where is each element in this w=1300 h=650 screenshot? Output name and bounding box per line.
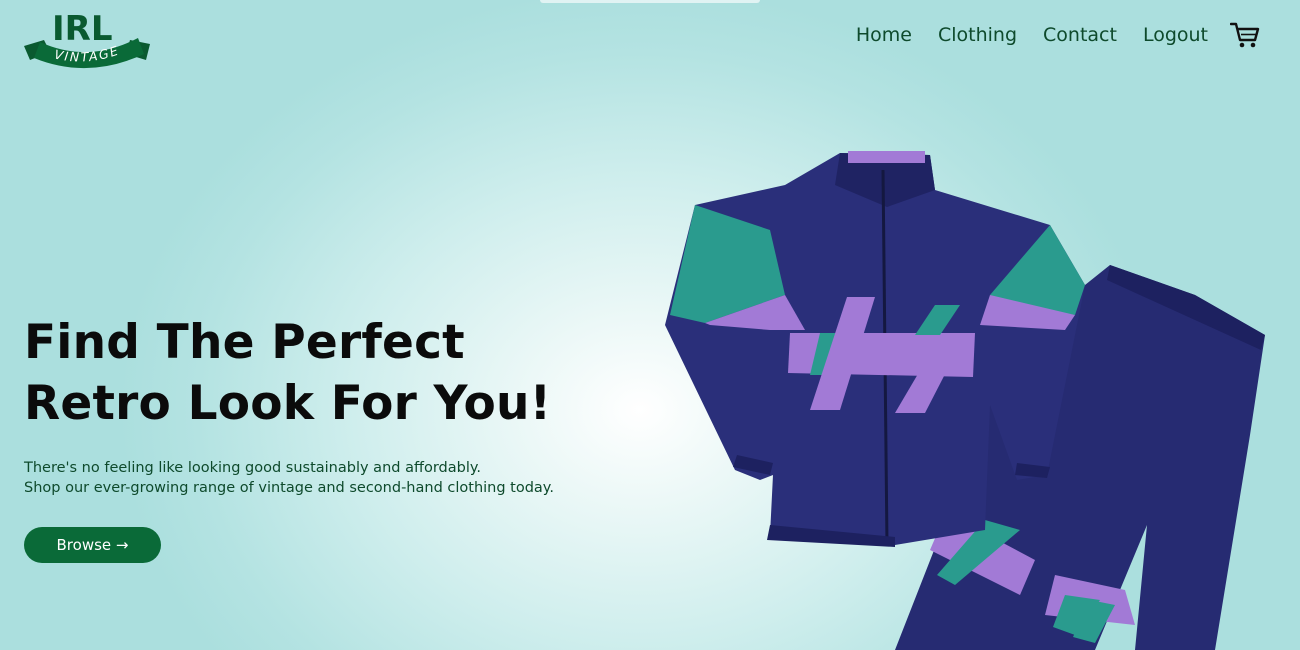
hero-subtitle: There's no feeling like looking good sus…	[24, 458, 644, 498]
main-nav: Home Clothing Contact Logout	[856, 18, 1260, 52]
top-edge-highlight	[540, 0, 760, 3]
tracksuit-product-image	[665, 151, 1265, 650]
logo-wordmark: IRL	[52, 9, 113, 49]
hero-title-line-1: Find The Perfect	[24, 315, 465, 370]
hero-subtitle-line-1: There's no feeling like looking good sus…	[24, 460, 481, 476]
hero-subtitle-line-2: Shop our ever-growing range of vintage a…	[24, 480, 554, 496]
browse-button[interactable]: Browse →	[24, 527, 161, 563]
nav-clothing-link[interactable]: Clothing	[938, 24, 1017, 46]
nav-contact-link[interactable]: Contact	[1043, 24, 1117, 46]
hero-title-line-2: Retro Look For You!	[24, 376, 552, 431]
nav-logout-link[interactable]: Logout	[1143, 24, 1208, 46]
shopping-cart-icon[interactable]	[1230, 20, 1260, 50]
brand-logo[interactable]: IRL VINTAGE	[22, 4, 154, 76]
hero-title: Find The Perfect Retro Look For You!	[24, 312, 644, 434]
nav-home-link[interactable]: Home	[856, 24, 912, 46]
